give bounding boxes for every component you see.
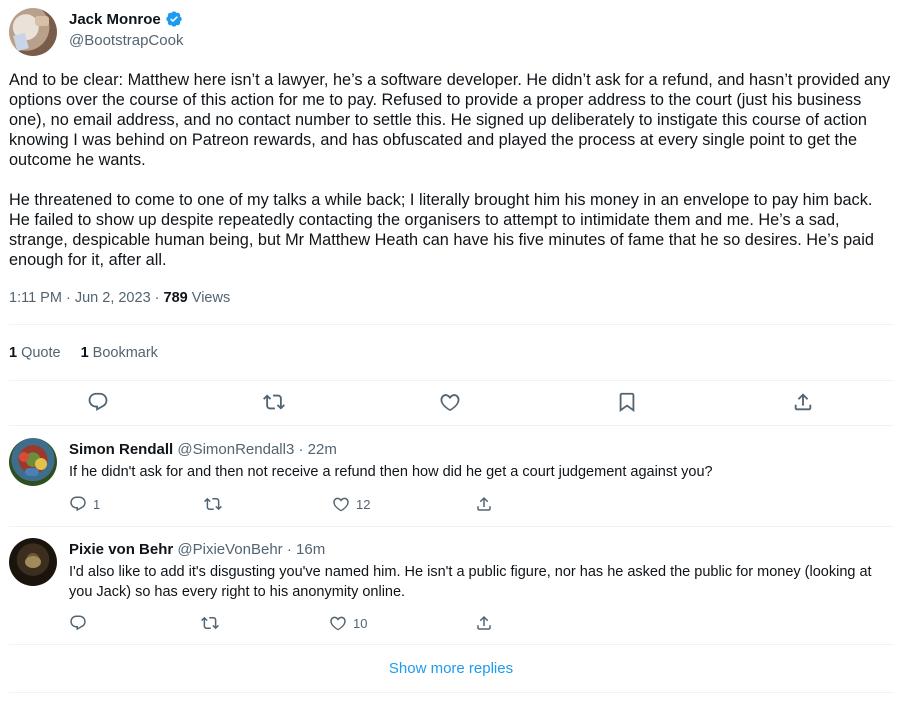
reply-time[interactable]: 16m xyxy=(296,541,325,558)
reply-text: If he didn't ask for and then not receiv… xyxy=(69,464,713,480)
reply-item[interactable]: Simon Rendall @SimonRendall3 · 22m If he… xyxy=(9,438,893,518)
tweet-paragraph: And to be clear: Matthew here isn’t a la… xyxy=(9,71,891,169)
reply-avatar[interactable] xyxy=(9,538,57,586)
author-name[interactable]: Jack Monroe xyxy=(69,11,161,28)
reply-separator: · xyxy=(286,541,292,558)
reply-avatar[interactable] xyxy=(9,438,57,486)
verified-badge-icon xyxy=(166,11,182,27)
quote-label: Quote xyxy=(21,345,61,361)
bookmark-label: Bookmark xyxy=(92,345,158,361)
like-icon xyxy=(333,497,349,512)
views-count: 789 xyxy=(163,290,188,306)
reply-icon[interactable] xyxy=(87,391,109,413)
share-icon xyxy=(477,496,491,511)
reply-text: I'd also like to add it's disgusting you… xyxy=(69,564,872,600)
tweet-stats: 1 Quote 1 Bookmark xyxy=(9,345,158,361)
reply-icon xyxy=(70,615,86,631)
reply-time[interactable]: 22m xyxy=(308,441,337,458)
show-more-replies-link[interactable]: Show more replies xyxy=(0,660,902,677)
bookmarks-stat[interactable]: 1 Bookmark xyxy=(81,345,158,361)
tweet-paragraph: He threatened to come to one of my talks… xyxy=(9,191,874,269)
reply-like-button[interactable]: 10 xyxy=(329,613,367,633)
quotes-stat[interactable]: 1 Quote xyxy=(9,345,61,361)
meta-separator: · xyxy=(154,290,160,306)
divider xyxy=(9,692,893,693)
tweet-author: Jack Monroe @BootstrapCook xyxy=(9,8,609,56)
tweet-meta: 1:11 PM · Jun 2, 2023 · 789 Views xyxy=(9,290,230,306)
reply-retweet-button[interactable] xyxy=(204,494,222,514)
tweet-action-bar xyxy=(9,388,893,418)
tweet-date[interactable]: Jun 2, 2023 xyxy=(75,290,151,306)
like-count: 10 xyxy=(353,615,368,631)
divider xyxy=(9,526,893,527)
like-icon xyxy=(330,616,346,631)
reply-header: Simon Rendall @SimonRendall3 · 22m xyxy=(69,441,337,458)
tweet-text: And to be clear: Matthew here isn’t a la… xyxy=(9,70,893,270)
reply-reply-button[interactable] xyxy=(69,613,93,633)
retweet-icon[interactable] xyxy=(263,391,285,413)
reply-icon xyxy=(70,496,86,512)
reply-author-handle[interactable]: @PixieVonBehr xyxy=(177,541,282,558)
bookmark-count: 1 xyxy=(80,345,89,361)
reply-author-name[interactable]: Pixie von Behr xyxy=(69,541,173,558)
reply-retweet-button[interactable] xyxy=(201,613,219,633)
like-count: 12 xyxy=(356,496,371,512)
reply-like-button[interactable]: 12 xyxy=(332,494,370,514)
reply-separator: · xyxy=(298,441,304,458)
reply-share-button[interactable] xyxy=(475,494,493,514)
share-icon xyxy=(477,615,491,630)
views-label: Views xyxy=(191,290,231,306)
share-icon[interactable] xyxy=(792,391,814,413)
reply-reply-button[interactable]: 1 xyxy=(69,494,100,514)
reply-share-button[interactable] xyxy=(475,613,493,633)
reply-header: Pixie von Behr @PixieVonBehr · 16m xyxy=(69,541,325,558)
like-icon[interactable] xyxy=(439,391,461,413)
reply-count: 1 xyxy=(93,496,101,512)
divider xyxy=(9,324,893,325)
reply-item[interactable]: Pixie von Behr @PixieVonBehr · 16m I'd a… xyxy=(9,538,893,634)
meta-separator: · xyxy=(65,290,71,306)
retweet-icon xyxy=(204,497,222,511)
author-name-row[interactable]: Jack Monroe xyxy=(69,10,183,28)
bookmark-icon[interactable] xyxy=(616,391,638,413)
author-avatar[interactable] xyxy=(9,8,57,56)
reply-author-handle[interactable]: @SimonRendall3 xyxy=(177,441,294,458)
divider xyxy=(9,425,893,426)
quote-count: 1 xyxy=(9,345,18,361)
retweet-icon xyxy=(201,616,219,630)
reply-author-name[interactable]: Simon Rendall xyxy=(69,441,173,458)
tweet-time[interactable]: 1:11 PM xyxy=(9,290,62,306)
author-handle[interactable]: @BootstrapCook xyxy=(69,32,183,49)
divider xyxy=(9,380,893,381)
divider xyxy=(9,644,893,645)
